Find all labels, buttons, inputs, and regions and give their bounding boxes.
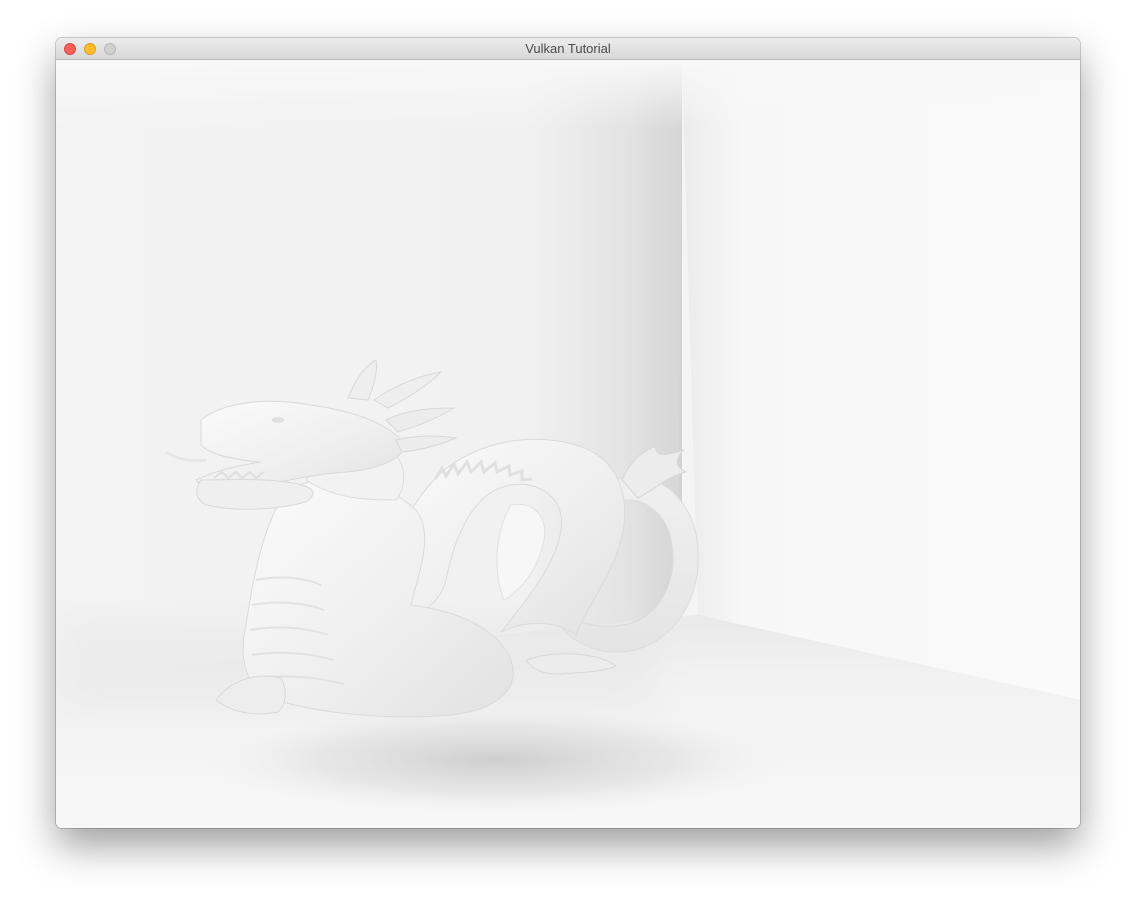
window-title: Vulkan Tutorial (525, 41, 611, 56)
app-window: Vulkan Tutorial (56, 38, 1080, 828)
render-viewport[interactable] (56, 60, 1080, 828)
scene-canvas (56, 60, 1080, 828)
title-bar[interactable]: Vulkan Tutorial (56, 38, 1080, 60)
